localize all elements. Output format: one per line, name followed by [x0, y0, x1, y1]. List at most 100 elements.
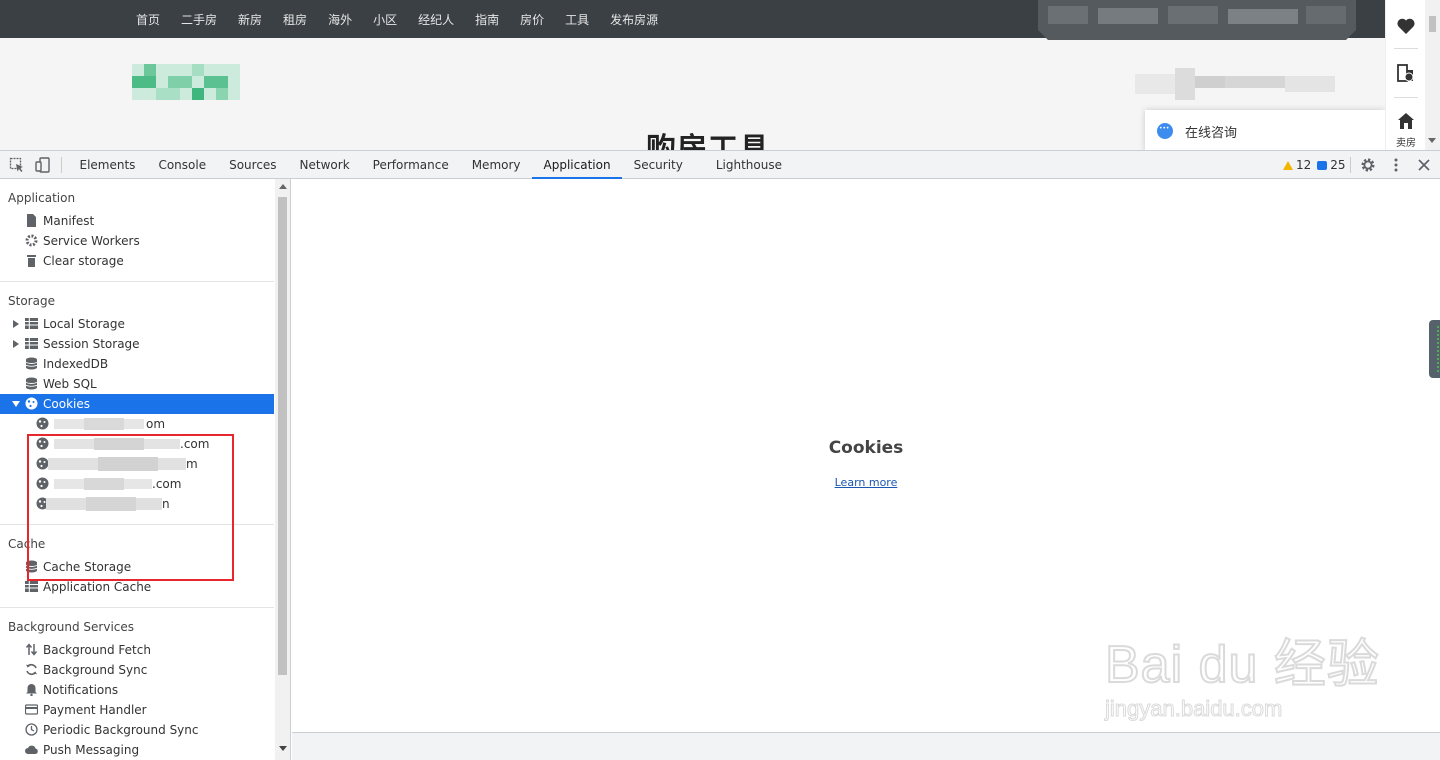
sync-icon: [26, 664, 37, 675]
nav-link-second-hand[interactable]: 二手房: [181, 11, 217, 28]
clock-icon: [25, 723, 38, 736]
nav-link-new-homes[interactable]: 新房: [238, 11, 262, 28]
sidebar-item-label: Clear storage: [43, 254, 124, 268]
tab-sources[interactable]: Sources: [218, 151, 288, 179]
tab-security[interactable]: Security: [622, 151, 694, 179]
expand-arrow-icon[interactable]: [13, 340, 19, 348]
close-devtools-icon[interactable]: [1415, 156, 1433, 174]
section-title-background-services: Background Services: [8, 620, 135, 634]
warning-icon: [1283, 160, 1293, 170]
issues-counter[interactable]: 12 25: [1283, 157, 1346, 173]
database-icon: [25, 357, 38, 370]
page-scrollbar[interactable]: [1425, 0, 1440, 150]
sidebar-item-notifications[interactable]: Notifications: [0, 680, 274, 700]
nav-link-home[interactable]: 首页: [136, 11, 160, 28]
section-divider: [0, 607, 274, 608]
sidebar-item-push-messaging[interactable]: Push Messaging: [0, 740, 274, 760]
sidebar-scroll-thumb[interactable]: [278, 197, 287, 675]
nav-link-overseas[interactable]: 海外: [328, 11, 352, 28]
chat-bubble-icon: [1157, 123, 1173, 139]
section-divider: [0, 281, 274, 282]
sidebar-item-service-workers[interactable]: Service Workers: [0, 231, 274, 251]
sidebar-item-label: Background Fetch: [43, 643, 151, 657]
site-nav-links: 首页 二手房 新房 租房 海外 小区 经纪人 指南 房价 工具 发布房源: [136, 0, 679, 38]
sidebar-item-session-storage[interactable]: Session Storage: [0, 334, 274, 354]
consult-label: 在线咨询: [1185, 125, 1238, 141]
page-scroll-thumb[interactable]: [1429, 16, 1436, 32]
tab-console[interactable]: Console: [147, 151, 218, 179]
blurred-user-area: [1038, 0, 1356, 40]
nav-link-rent[interactable]: 租房: [283, 11, 307, 28]
favorite-heart-icon[interactable]: [1386, 16, 1426, 39]
database-icon: [25, 377, 38, 390]
handle-indicator: [1437, 326, 1439, 372]
site-top-nav: 首页 二手房 新房 租房 海外 小区 经纪人 指南 房价 工具 发布房源: [0, 0, 1385, 40]
sidebar-item-label: IndexedDB: [43, 357, 109, 371]
sidebar-item-clear-storage[interactable]: Clear storage: [0, 251, 274, 271]
sidebar-item-label: Session Storage: [43, 337, 140, 351]
section-title-application: Application: [8, 191, 76, 205]
sidebar-item-label: Web SQL: [43, 377, 97, 391]
scroll-down-arrow-icon[interactable]: [1428, 138, 1436, 143]
cookie-icon: [36, 417, 49, 430]
collapse-arrow-icon[interactable]: [12, 401, 20, 407]
learn-more-link[interactable]: Learn more: [292, 476, 1440, 489]
tab-elements[interactable]: Elements: [68, 151, 147, 179]
sidebar-item-label: Manifest: [43, 214, 95, 228]
sidebar-item-indexeddb[interactable]: IndexedDB: [0, 354, 274, 374]
baidu-jingyan-watermark: Bai du 经验 jingyan.baidu.com: [1104, 600, 1380, 730]
bell-icon: [26, 684, 37, 696]
cookie-icon: [25, 397, 38, 410]
sidebar-item-local-storage[interactable]: Local Storage: [0, 314, 274, 334]
rail-divider: [1394, 48, 1418, 49]
tab-application[interactable]: Application: [532, 151, 623, 179]
sidebar-item-cookies[interactable]: Cookies: [0, 394, 274, 414]
tab-lighthouse[interactable]: Lighthouse: [704, 151, 793, 179]
grid-icon: [25, 318, 38, 329]
sidebar-item-label: Application Cache: [43, 580, 152, 594]
application-sidebar: Application Manifest Service Workers Cle…: [0, 179, 291, 760]
expand-arrow-icon[interactable]: [13, 320, 19, 328]
red-highlight-annotation: [27, 434, 234, 581]
cookie-details-bar: [292, 732, 1440, 760]
sidebar-item-label: Background Sync: [43, 663, 148, 677]
more-options-icon[interactable]: [1387, 156, 1405, 174]
card-icon: [25, 704, 38, 715]
tab-performance[interactable]: Performance: [361, 151, 460, 179]
side-widget-handle[interactable]: [1429, 320, 1440, 378]
sidebar-item-manifest[interactable]: Manifest: [0, 211, 274, 231]
sell-home-icon[interactable]: [1386, 112, 1426, 133]
sidebar-item-payment-handler[interactable]: Payment Handler: [0, 700, 274, 720]
nav-link-post-listing[interactable]: 发布房源: [610, 11, 658, 28]
sidebar-item-background-fetch[interactable]: Background Fetch: [0, 640, 274, 660]
sidebar-item-periodic-background-sync[interactable]: Periodic Background Sync: [0, 720, 274, 740]
cookie-domain-item[interactable]: om: [0, 414, 274, 434]
tab-network[interactable]: Network: [288, 151, 361, 179]
grid-icon: [25, 581, 38, 592]
message-count: 25: [1330, 158, 1346, 172]
sell-home-label: 卖房: [1396, 138, 1416, 149]
toolbar-separator: [61, 157, 62, 173]
tab-memory[interactable]: Memory: [460, 151, 532, 179]
nav-link-community[interactable]: 小区: [373, 11, 397, 28]
online-consult-button[interactable]: 在线咨询: [1145, 110, 1385, 150]
nav-link-tools[interactable]: 工具: [565, 11, 589, 28]
settings-gear-icon[interactable]: [1359, 156, 1377, 174]
file-icon: [27, 214, 36, 227]
sidebar-item-label: Notifications: [43, 683, 119, 697]
inspect-element-icon[interactable]: [8, 156, 26, 174]
watermark-url: jingyan.baidu.com: [1104, 696, 1283, 722]
scroll-up-arrow-icon[interactable]: [279, 184, 287, 189]
sidebar-item-label: Cookies: [43, 397, 90, 411]
sidebar-item-web-sql[interactable]: Web SQL: [0, 374, 274, 394]
nav-link-agent[interactable]: 经纪人: [418, 11, 454, 28]
device-toolbar-icon[interactable]: [34, 156, 52, 174]
section-title-storage: Storage: [8, 294, 55, 308]
sidebar-item-background-sync[interactable]: Background Sync: [0, 660, 274, 680]
compare-building-icon[interactable]: [1386, 62, 1426, 87]
scroll-down-arrow-icon[interactable]: [279, 746, 287, 751]
site-logo-blurred[interactable]: [132, 64, 240, 100]
nav-link-price[interactable]: 房价: [520, 11, 544, 28]
sidebar-scrollbar[interactable]: [275, 179, 290, 760]
nav-link-guide[interactable]: 指南: [475, 11, 499, 28]
